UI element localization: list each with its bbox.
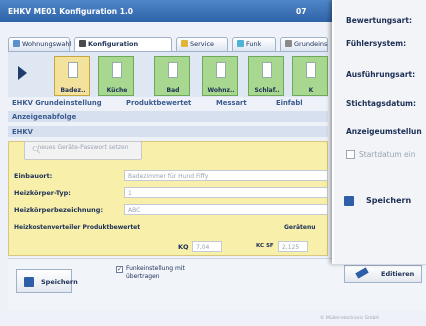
heizkoerper-typ-field[interactable]: 1: [124, 187, 328, 198]
subheader-produktbewertet[interactable]: Produktbewertet: [126, 99, 191, 107]
stichtagsdatum-label: Stichtagsdatum:: [346, 99, 416, 108]
subheader-messart[interactable]: Messart: [216, 99, 247, 107]
save-disk-icon: [24, 277, 34, 287]
room-badezimmer[interactable]: Badez..: [54, 56, 90, 96]
subheader-grundeinstellung[interactable]: EHKV Grundeinstellung: [12, 99, 102, 107]
settings-icon: [285, 40, 292, 47]
heizkoerperbezeichnung-field[interactable]: ABC: [124, 204, 328, 215]
switch-icon: [306, 62, 316, 78]
kq-label: KQ: [178, 243, 189, 251]
switch-icon: [68, 62, 78, 78]
room-schlafzimmer[interactable]: Schlaf..: [248, 56, 284, 96]
room-label: Küche: [106, 87, 128, 94]
lock-icon: 🔍︎: [32, 146, 41, 154]
room-label: Wohnz..: [207, 87, 235, 94]
tab-label: Wohnungswahl: [22, 40, 72, 48]
fuehlersystem-label: Fühlersystem:: [346, 39, 407, 48]
switch-icon: [112, 62, 122, 78]
checkbox-label-line1: Funkeinstellung mit: [126, 265, 185, 272]
switch-icon: [216, 62, 226, 78]
home-icon: [13, 40, 20, 47]
tab-wohnungswahl[interactable]: Wohnungswahl: [8, 37, 72, 51]
popup-separator: [332, 264, 426, 265]
save-disk-icon: [344, 196, 354, 206]
room-k[interactable]: K: [292, 56, 328, 96]
tab-label: Grundeinst: [294, 40, 328, 48]
section-ehkv: EHKV: [8, 126, 328, 137]
einbauort-label: Einbauort:: [14, 172, 53, 180]
device-number-label: Gerätenu: [284, 224, 316, 231]
tab-label: Konfiguration: [88, 40, 139, 48]
bewertungsart-label: Bewertungsart:: [346, 16, 412, 25]
subheader-einfabl[interactable]: Einfabl: [276, 99, 303, 107]
radio-icon: [237, 40, 244, 47]
password-button[interactable]: neues Geräte-Passwort setzen: [24, 141, 142, 160]
startdatum-checkbox[interactable]: [346, 150, 355, 159]
room-label: Schlaf..: [254, 87, 280, 94]
tab-konfiguration[interactable]: Konfiguration: [74, 37, 172, 51]
transfer-radio-checkbox[interactable]: ✓: [116, 266, 123, 273]
kcsf-label: KC SF: [256, 243, 274, 249]
edit-button-label: Editieren: [381, 270, 415, 278]
product-rated-title: Heizkostenverteiler Produktbewertet: [14, 224, 141, 231]
kcsf-field[interactable]: 2,125: [278, 241, 308, 252]
ausfuehrungsart-label: Ausführungsart:: [346, 70, 416, 79]
room-label: Bad: [166, 87, 180, 94]
switch-icon: [168, 62, 178, 78]
room-kueche[interactable]: Küche: [98, 56, 134, 96]
folder-icon: [181, 40, 188, 47]
einbauort-field[interactable]: Badezimmer für Hund Fiffy: [124, 170, 328, 181]
heizkoerper-typ-label: Heizkörper-Typ:: [14, 189, 71, 197]
room-label: K: [308, 87, 314, 94]
tab-funk[interactable]: Funk: [232, 37, 276, 51]
room-wohnzimmer[interactable]: Wohnz..: [202, 56, 238, 96]
popup-save-button[interactable]: Speichern: [366, 196, 411, 205]
window-title: EHKV ME01 Konfiguration 1.0: [8, 7, 134, 16]
section-anzeigenabfolge[interactable]: Anzeigenabfolge: [8, 111, 328, 122]
anzeigeumstellung-label: Anzeigeumstellun: [346, 127, 422, 136]
room-label: Badez..: [60, 87, 86, 94]
startdatum-label: Startdatum ein: [359, 150, 416, 159]
tab-grundeinstellung[interactable]: Grundeinst: [280, 37, 328, 51]
window-title-extra: 07: [296, 7, 307, 16]
checkbox-label-line2: übertragen: [126, 273, 160, 280]
footer-copyright: © Müller-electronic GmbH: [320, 316, 379, 321]
tab-label: Funk: [246, 40, 262, 48]
tab-service[interactable]: Service: [176, 37, 228, 51]
password-button-label: neues Geräte-Passwort setzen: [37, 144, 129, 151]
tools-icon: [79, 40, 86, 47]
switch-icon: [262, 62, 272, 78]
room-selector: Badez.. Küche Bad Wohnz.. Schlaf.. K: [8, 51, 328, 97]
popup-panel: Bewertungsart: Fühlersystem: Ausführungs…: [332, 0, 426, 264]
kq-field[interactable]: 7,04: [192, 241, 222, 252]
play-arrow-icon[interactable]: [18, 66, 27, 80]
tab-label: Service: [190, 40, 215, 48]
heizkoerperbezeichnung-label: Heizkörperbezeichnung:: [14, 206, 104, 214]
room-bad[interactable]: Bad: [154, 56, 190, 96]
transfer-radio-label: Funkeinstellung mit übertragen: [126, 265, 185, 281]
save-button-label: Speichern: [41, 278, 78, 286]
